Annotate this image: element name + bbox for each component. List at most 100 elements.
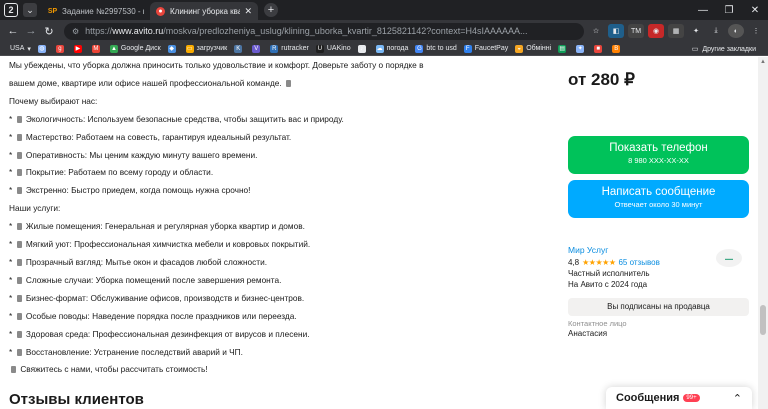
- bookmark-item[interactable]: g: [55, 44, 67, 53]
- emoji-placeholder-icon: [16, 151, 22, 159]
- line-text: Сложные случаи: Уборка помещений после з…: [25, 274, 282, 285]
- extension-icon[interactable]: TM: [628, 24, 644, 38]
- bookmark-item[interactable]: USA ▾: [10, 45, 31, 53]
- bookmark-star-icon[interactable]: ☆: [588, 24, 604, 38]
- all-bookmarks[interactable]: ▭ Другие закладки: [691, 42, 756, 55]
- service-list-item: * Сложные случаи: Уборка помещений после…: [9, 272, 549, 290]
- google-icon: G: [415, 44, 424, 53]
- bookmark-item[interactable]: Rrutracker: [270, 44, 309, 53]
- faucetpay-icon: F: [463, 44, 472, 53]
- tab-search-chevron-icon[interactable]: ⌄: [23, 3, 37, 17]
- bookmark-item[interactable]: F FaucetPay: [463, 44, 509, 53]
- scroll-up-arrow-icon[interactable]: ▲: [758, 57, 768, 67]
- tab-count-icon[interactable]: 2: [4, 3, 18, 17]
- browser-tab-active[interactable]: ● Клининг уборка кварт ✕: [150, 2, 258, 20]
- bookmark-item[interactable]: ▲ Google Диск: [109, 44, 161, 53]
- emoji-placeholder-icon: [16, 348, 22, 356]
- reload-icon[interactable]: ↻: [40, 25, 58, 38]
- square-icon: ■: [594, 44, 603, 53]
- bookmark-item[interactable]: M: [91, 44, 103, 53]
- subscribed-button[interactable]: Вы подписаны на продавца: [568, 298, 749, 316]
- scrollbar-thumb[interactable]: [760, 305, 766, 335]
- reviews-link[interactable]: 65 отзывов: [618, 258, 659, 267]
- extension-icon[interactable]: ◧: [608, 24, 624, 38]
- folder-icon: ▭: [691, 46, 699, 53]
- bullet-marker: *: [9, 149, 15, 160]
- seller-type: Частный исполнитель: [568, 269, 650, 278]
- bookmark-item[interactable]: ♪: [357, 44, 369, 53]
- emoji-placeholder-icon: [16, 223, 22, 231]
- profile-icon[interactable]: ◐: [728, 24, 744, 38]
- drive-icon: ▲: [109, 44, 118, 53]
- bookmark-label: FaucetPay: [474, 45, 509, 52]
- tab-title: Клининг уборка кварт: [170, 6, 241, 16]
- bookmark-label: rutracker: [281, 45, 309, 52]
- rating-value: 4,8: [568, 258, 580, 267]
- bookmark-item[interactable]: ▭ загрузчик: [185, 44, 227, 53]
- bookmark-label: btc to usd: [426, 45, 457, 52]
- service-list-item: * Экстренно: Быстро приедем, когда помощ…: [9, 182, 549, 200]
- write-message-button[interactable]: Написать сообщение Отвечает около 30 мин…: [568, 180, 749, 218]
- bookmark-item[interactable]: ◆: [167, 44, 179, 53]
- address-input[interactable]: ⚙ https://www.avito.ru/moskva/predlozhen…: [64, 22, 584, 40]
- extension-icons: ☆ ◧ TM ◉ ▦ ✦ ⤓ ◐ ⋮: [584, 20, 764, 42]
- bookmark-item[interactable]: ▶: [73, 44, 85, 53]
- extensions-puzzle-icon[interactable]: ✦: [688, 24, 704, 38]
- extension-icon[interactable]: ▦: [668, 24, 684, 38]
- sp-favicon-icon: SP: [47, 7, 58, 15]
- url-host: www.avito.ru: [112, 26, 164, 36]
- line-text: вашем доме, квартире или офисе нашей про…: [9, 77, 282, 88]
- bookmark-item[interactable]: ■: [594, 44, 605, 53]
- service-list-item: * Покрытие: Работаем по всему городу и о…: [9, 164, 549, 182]
- line-text: Почему выбирают нас:: [9, 95, 98, 106]
- bookmark-item[interactable]: B: [612, 44, 623, 53]
- description-line: Свяжитесь с нами, чтобы рассчитать стоим…: [9, 361, 549, 379]
- vk-icon: K: [234, 44, 243, 53]
- bookmark-item[interactable]: K: [234, 44, 245, 53]
- back-icon[interactable]: ←: [4, 25, 22, 37]
- emoji-placeholder-icon: [16, 169, 22, 177]
- close-tab-icon[interactable]: ✕: [244, 6, 252, 17]
- all-bookmarks-label: Другие закладки: [702, 45, 756, 53]
- extension-icon[interactable]: ◉: [648, 24, 664, 38]
- tab-strip: 2 ⌄ SP Задание №2997530 - про ● Клининг …: [0, 0, 768, 20]
- menu-kebab-icon[interactable]: ⋮: [748, 24, 764, 38]
- bookmark-item[interactable]: ☁ погода: [375, 44, 408, 53]
- messages-widget[interactable]: Сообщения 99+ ⌃: [606, 387, 752, 409]
- bookmark-item[interactable]: U UAKino: [315, 44, 351, 53]
- emoji-placeholder-icon: [16, 294, 22, 302]
- bookmark-item[interactable]: ✦: [576, 44, 587, 53]
- bookmark-item[interactable]: ◍: [37, 44, 49, 53]
- bookmark-label: UAKino: [326, 45, 351, 52]
- exchange-icon: ◒: [515, 44, 524, 53]
- site-info-icon[interactable]: ⚙: [72, 27, 79, 36]
- bookmark-item[interactable]: ▤: [558, 44, 569, 53]
- seller-name-link[interactable]: Мир Услуг: [568, 245, 608, 255]
- gmail-icon: M: [91, 44, 100, 53]
- scrollbar[interactable]: ▲: [758, 57, 768, 409]
- bullet-marker: *: [9, 221, 15, 232]
- price: от 280 ₽: [568, 70, 635, 89]
- seller-avatar[interactable]: ▬▬: [716, 249, 742, 267]
- chevron-up-icon[interactable]: ⌃: [733, 392, 742, 405]
- description-line: Мы убеждены, что уборка должна приносить…: [9, 57, 549, 75]
- new-tab-icon[interactable]: +: [264, 3, 278, 17]
- bookmark-item[interactable]: V: [252, 44, 263, 53]
- minimize-icon[interactable]: —: [690, 5, 716, 16]
- bookmark-item[interactable]: Gbtc to usd: [415, 44, 457, 53]
- seller-rating: 4,8 ★★★★★ 65 отзывов: [568, 258, 660, 267]
- bookmark-label: Обмінні: [526, 45, 552, 52]
- close-window-icon[interactable]: ✕: [742, 5, 768, 16]
- folder-icon: ▭: [185, 44, 194, 53]
- browser-tab[interactable]: SP Задание №2997530 - про: [42, 2, 150, 20]
- maximize-icon[interactable]: ❐: [716, 5, 742, 16]
- bookmark-label: USA: [10, 45, 25, 52]
- url-scheme: https://: [85, 26, 113, 36]
- bookmark-item[interactable]: ◒ Обмінні: [515, 44, 552, 53]
- line-text: Прозрачный взгляд: Мытье окон и фасадов …: [25, 256, 268, 267]
- downloads-icon[interactable]: ⤓: [708, 24, 724, 38]
- line-text: Особые поводы: Наведение порядка после п…: [25, 310, 297, 321]
- forward-icon[interactable]: →: [22, 25, 40, 37]
- show-phone-button[interactable]: Показать телефон 8 980 XXX-XX-XX: [568, 136, 749, 174]
- rutracker-icon: R: [270, 44, 279, 53]
